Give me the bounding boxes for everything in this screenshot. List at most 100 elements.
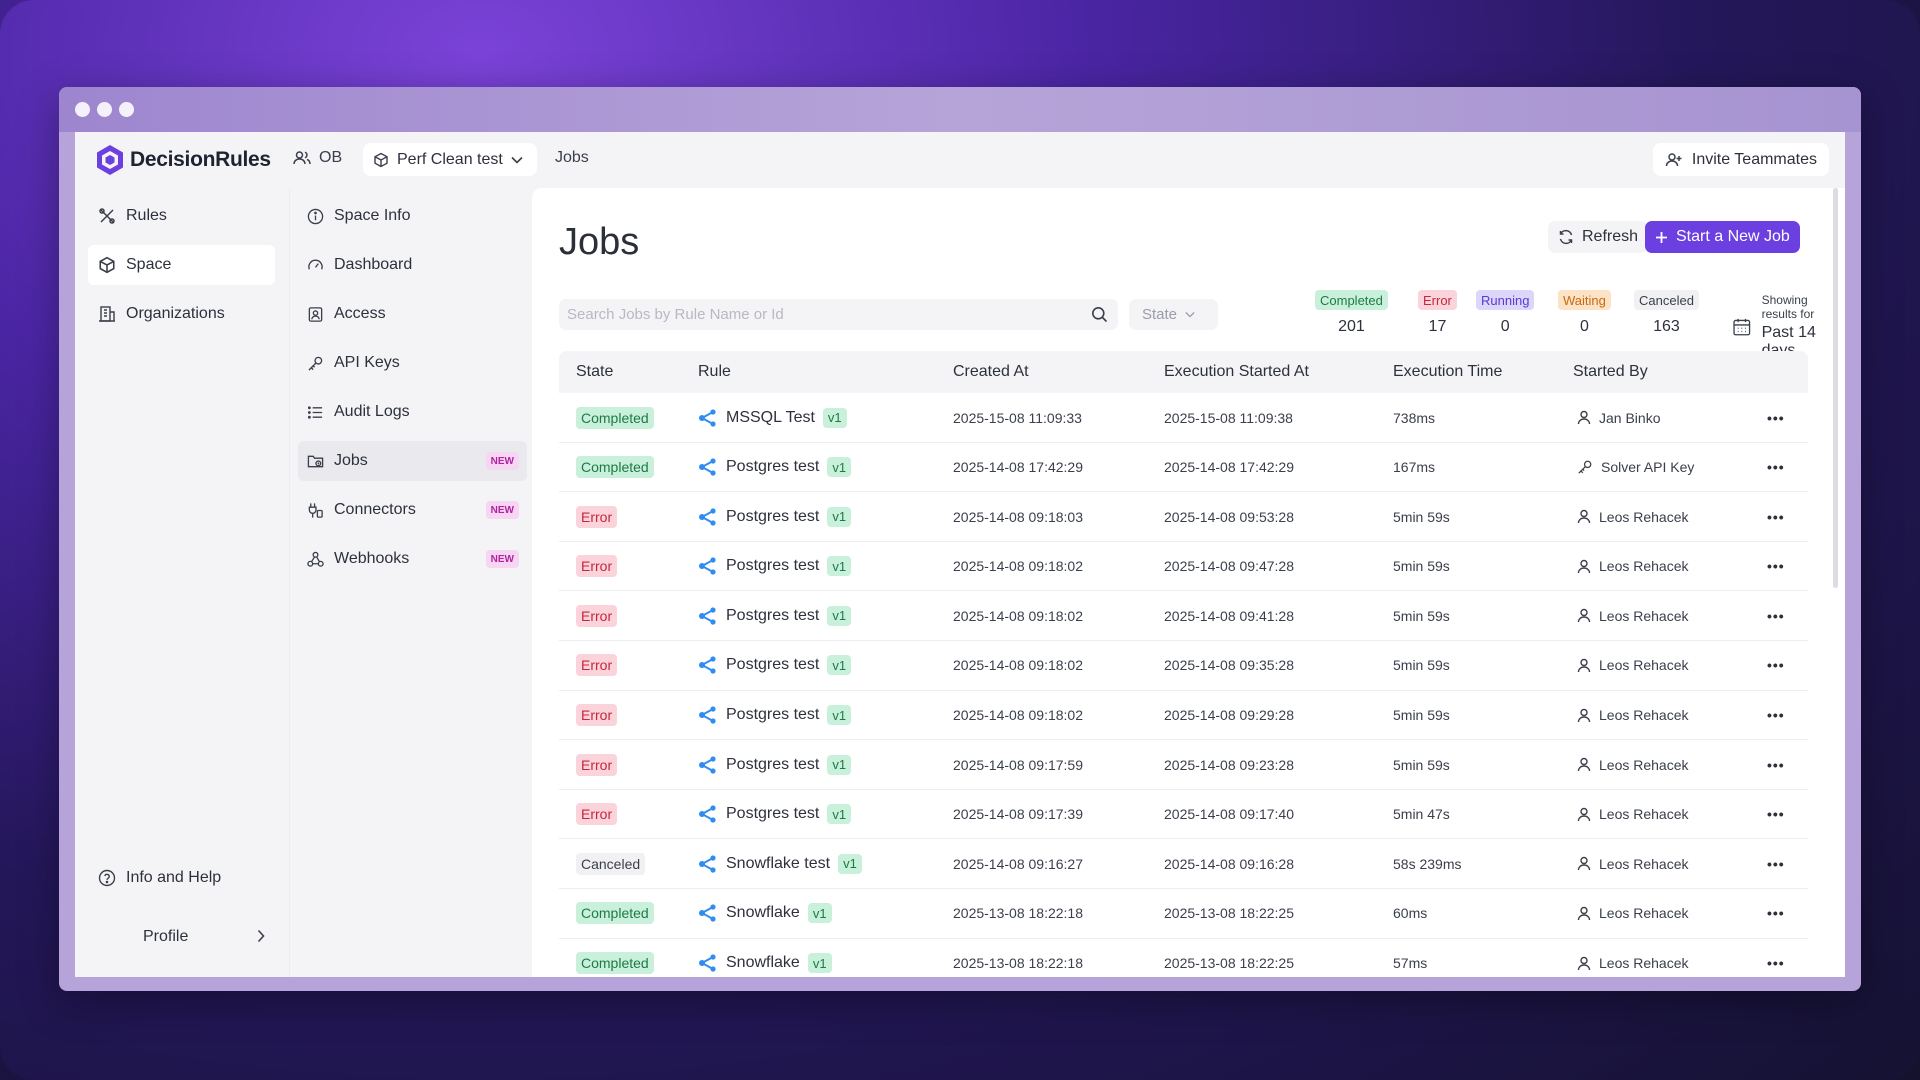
more-options-icon[interactable]: ••• [1767, 608, 1785, 624]
table-row[interactable]: Completed MSSQL Test v1 2025-15-08 11:09:33… [559, 393, 1808, 443]
rule-cell[interactable]: Snowflake test v1 [698, 839, 862, 888]
stat-running[interactable]: Running 0 [1476, 290, 1535, 336]
rule-cell[interactable]: Snowflake v1 [698, 889, 832, 938]
table-row[interactable]: Error Postgres test v1 2025-14-08 09:17:59 2… [559, 740, 1808, 790]
subnav-item-webhooks[interactable]: Webhooks NEW [298, 539, 527, 579]
rule-cell[interactable]: Snowflake v1 [698, 939, 832, 977]
subnav-item-jobs[interactable]: Jobs NEW [298, 441, 527, 481]
row-actions[interactable]: ••• [1767, 839, 1785, 888]
rule-name[interactable]: Snowflake test [726, 855, 830, 873]
more-options-icon[interactable]: ••• [1767, 707, 1785, 723]
table-row[interactable]: Error Postgres test v1 2025-14-08 09:18:02 2… [559, 691, 1808, 741]
column-header-execution-time[interactable]: Execution Time [1393, 363, 1502, 381]
more-options-icon[interactable]: ••• [1767, 955, 1785, 971]
rule-name[interactable]: Postgres test [726, 458, 819, 476]
invite-teammates-button[interactable]: Invite Teammates [1652, 143, 1829, 176]
rule-cell[interactable]: Postgres test v1 [698, 542, 852, 591]
subnav-item-api-keys[interactable]: API Keys [298, 343, 527, 383]
brand-logo[interactable]: DecisionRules [95, 144, 271, 176]
table-row[interactable]: Error Postgres test v1 2025-14-08 09:17:39 2… [559, 790, 1808, 840]
rule-name[interactable]: Postgres test [726, 706, 819, 724]
vertical-scrollbar[interactable] [1833, 188, 1838, 588]
window-maximize-dot[interactable] [119, 102, 134, 117]
column-header-rule[interactable]: Rule [698, 363, 731, 381]
rule-name[interactable]: Postgres test [726, 607, 819, 625]
more-options-icon[interactable]: ••• [1767, 856, 1785, 872]
table-row[interactable]: Error Postgres test v1 2025-14-08 09:18:02 2… [559, 641, 1808, 691]
sidebar-item-rules[interactable]: Rules [88, 196, 275, 236]
more-options-icon[interactable]: ••• [1767, 558, 1785, 574]
rule-name[interactable]: Postgres test [726, 557, 819, 575]
search-icon[interactable] [1091, 306, 1108, 323]
table-row[interactable]: Error Postgres test v1 2025-14-08 09:18:02 2… [559, 591, 1808, 641]
row-actions[interactable]: ••• [1767, 542, 1785, 591]
column-header-created-at[interactable]: Created At [953, 363, 1029, 381]
rule-name[interactable]: Postgres test [726, 656, 819, 674]
row-actions[interactable]: ••• [1767, 443, 1785, 492]
more-options-icon[interactable]: ••• [1767, 459, 1785, 475]
rule-cell[interactable]: MSSQL Test v1 [698, 393, 847, 442]
row-actions[interactable]: ••• [1767, 889, 1785, 938]
date-range-picker[interactable]: Showing results for Past 14 days [1732, 293, 1845, 360]
subnav-item-audit-logs[interactable]: Audit Logs [298, 392, 527, 432]
row-actions[interactable]: ••• [1767, 740, 1785, 789]
search-input[interactable] [567, 306, 1087, 323]
more-options-icon[interactable]: ••• [1767, 410, 1785, 426]
sidebar-item-organizations[interactable]: Organizations [88, 294, 275, 334]
info-and-help-link[interactable]: Info and Help [88, 860, 275, 896]
subnav-item-dashboard[interactable]: Dashboard [298, 245, 527, 285]
rule-name[interactable]: Snowflake [726, 954, 800, 972]
subnav-item-connectors[interactable]: Connectors NEW [298, 490, 527, 530]
refresh-button[interactable]: Refresh [1548, 221, 1649, 253]
row-actions[interactable]: ••• [1767, 591, 1785, 640]
state-filter-dropdown[interactable]: State [1129, 299, 1218, 330]
rule-cell[interactable]: Postgres test v1 [698, 691, 852, 740]
row-actions[interactable]: ••• [1767, 691, 1785, 740]
more-options-icon[interactable]: ••• [1767, 509, 1785, 525]
rule-name[interactable]: Snowflake [726, 904, 800, 922]
rule-cell[interactable]: Postgres test v1 [698, 443, 852, 492]
sidebar-item-space[interactable]: Space [88, 245, 275, 285]
column-header-state[interactable]: State [576, 363, 613, 381]
table-row[interactable]: Completed Snowflake v1 2025-13-08 18:22:18 2… [559, 889, 1808, 939]
row-actions[interactable]: ••• [1767, 939, 1785, 977]
table-row[interactable]: Canceled Snowflake test v1 2025-14-08 09:16… [559, 839, 1808, 889]
more-options-icon[interactable]: ••• [1767, 757, 1785, 773]
rule-name[interactable]: Postgres test [726, 805, 819, 823]
subnav-item-access[interactable]: Access [298, 294, 527, 334]
rule-cell[interactable]: Postgres test v1 [698, 740, 852, 789]
rule-cell[interactable]: Postgres test v1 [698, 641, 852, 690]
window-close-dot[interactable] [75, 102, 90, 117]
execution-started-cell: 2025-14-08 09:41:28 [1164, 607, 1294, 624]
column-header-started-by[interactable]: Started By [1573, 363, 1648, 381]
rule-name[interactable]: MSSQL Test [726, 409, 815, 427]
window-minimize-dot[interactable] [97, 102, 112, 117]
stat-completed[interactable]: Completed 201 [1315, 290, 1388, 336]
subnav-item-space-info[interactable]: Space Info [298, 196, 527, 236]
more-options-icon[interactable]: ••• [1767, 905, 1785, 921]
start-new-job-button[interactable]: Start a New Job [1645, 221, 1800, 253]
stat-error[interactable]: Error 17 [1418, 290, 1457, 336]
execution-started-cell: 2025-14-08 09:23:28 [1164, 756, 1294, 773]
row-actions[interactable]: ••• [1767, 641, 1785, 690]
more-options-icon[interactable]: ••• [1767, 806, 1785, 822]
table-row[interactable]: Error Postgres test v1 2025-14-08 09:18:03 2… [559, 492, 1808, 542]
rule-cell[interactable]: Postgres test v1 [698, 492, 852, 541]
row-actions[interactable]: ••• [1767, 790, 1785, 839]
org-switcher[interactable]: OB [293, 149, 342, 167]
table-row[interactable]: Completed Snowflake v1 2025-13-08 18:22:18 2… [559, 939, 1808, 977]
stat-canceled[interactable]: Canceled 163 [1634, 290, 1699, 336]
more-options-icon[interactable]: ••• [1767, 657, 1785, 673]
row-actions[interactable]: ••• [1767, 492, 1785, 541]
stat-waiting[interactable]: Waiting 0 [1558, 290, 1611, 336]
profile-menu[interactable]: Profile [88, 919, 275, 955]
rule-cell[interactable]: Postgres test v1 [698, 790, 852, 839]
rule-name[interactable]: Postgres test [726, 756, 819, 774]
table-row[interactable]: Error Postgres test v1 2025-14-08 09:18:02 2… [559, 542, 1808, 592]
rule-name[interactable]: Postgres test [726, 508, 819, 526]
rule-cell[interactable]: Postgres test v1 [698, 591, 852, 640]
space-select[interactable]: Perf Clean test [363, 143, 537, 176]
table-row[interactable]: Completed Postgres test v1 2025-14-08 17:42… [559, 443, 1808, 493]
column-header-execution-started-at[interactable]: Execution Started At [1164, 363, 1309, 381]
row-actions[interactable]: ••• [1767, 393, 1785, 442]
